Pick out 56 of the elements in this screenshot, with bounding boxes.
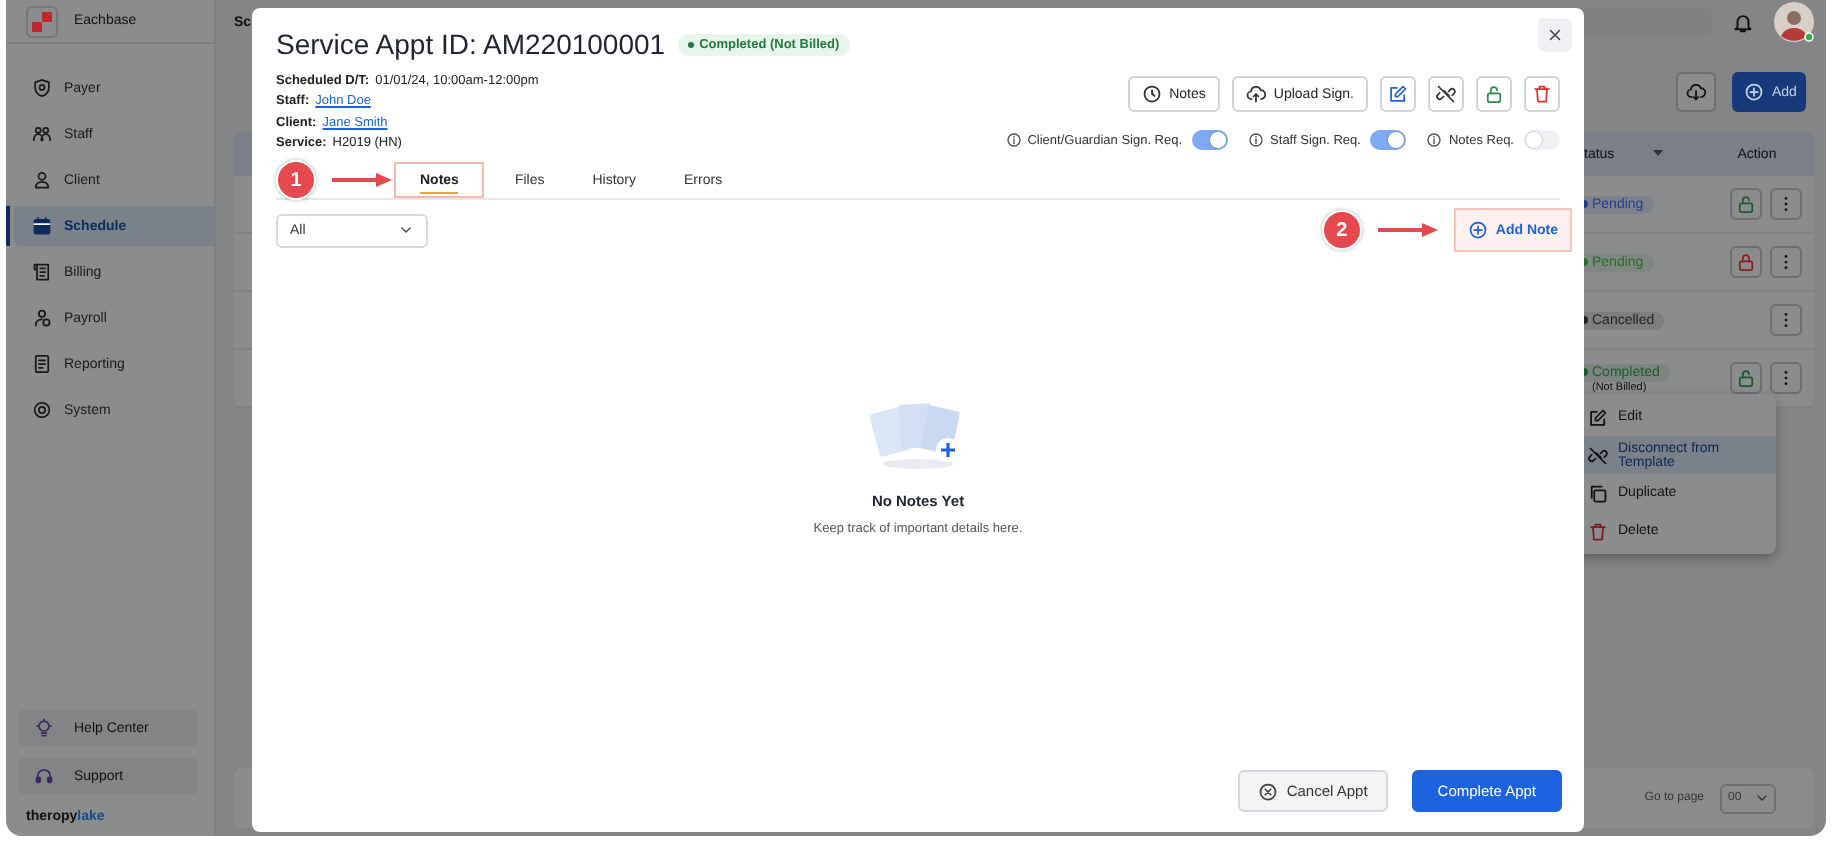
toolbar-button[interactable]	[1380, 76, 1416, 112]
modal-title: Service Appt ID: AM220100001	[276, 28, 666, 60]
edit-icon	[1388, 84, 1408, 104]
lock-icon	[1736, 252, 1756, 272]
avatar-icon[interactable]	[1774, 2, 1814, 42]
more-button[interactable]	[1770, 246, 1802, 278]
toggle-switch[interactable]	[1524, 130, 1560, 150]
toggle-switch[interactable]	[1192, 130, 1229, 150]
shield-icon	[32, 78, 52, 98]
unlock-icon	[1736, 368, 1756, 388]
trash-icon	[1588, 521, 1608, 541]
close-icon	[1546, 26, 1564, 44]
toggle-switch[interactable]	[1370, 130, 1407, 150]
info-icon	[1005, 132, 1022, 148]
info-icon	[1248, 132, 1265, 148]
toolbar-button[interactable]	[1428, 76, 1464, 112]
lock-button[interactable]	[1730, 246, 1762, 278]
clock-icon	[1141, 84, 1162, 104]
plus-icon	[1467, 220, 1488, 240]
status-dot	[687, 41, 694, 47]
more-button[interactable]	[1770, 188, 1802, 220]
copy-icon	[1588, 483, 1608, 503]
step-marker: 2	[1321, 210, 1362, 250]
close-button[interactable]	[1538, 18, 1572, 52]
unlink-icon	[1436, 84, 1456, 104]
trash-icon	[1532, 84, 1552, 104]
unlock-icon	[1736, 194, 1756, 214]
cloud-download-icon	[1686, 82, 1706, 102]
edit-icon	[1588, 407, 1608, 427]
lock-button[interactable]	[1730, 188, 1762, 220]
chevron-down-icon	[1753, 790, 1770, 806]
receipt-icon	[32, 262, 52, 282]
bell-icon	[1732, 11, 1754, 33]
more-button[interactable]	[1770, 304, 1802, 336]
person-coin-icon	[32, 308, 52, 328]
gear-icon	[32, 400, 52, 420]
document-icon	[32, 354, 52, 374]
cloud-upload-icon	[1245, 84, 1266, 104]
chevron-down-icon	[398, 222, 414, 238]
info-icon	[1426, 132, 1443, 148]
annotation-arrow	[332, 172, 392, 188]
lightbulb-icon	[34, 718, 54, 738]
brand-logo-icon	[26, 5, 58, 37]
plus-icon	[1744, 82, 1764, 102]
lock-button[interactable]	[1730, 362, 1762, 394]
person-icon	[32, 170, 52, 190]
annotation-arrow	[1377, 222, 1438, 238]
unlock-icon	[1484, 84, 1504, 104]
calendar-icon	[32, 216, 52, 236]
headset-icon	[34, 766, 54, 786]
step-marker: 1	[276, 160, 316, 200]
close-circle-icon	[1258, 781, 1279, 801]
download-button[interactable]	[1676, 72, 1716, 112]
unlink-icon	[1588, 445, 1608, 465]
people-icon	[32, 124, 52, 144]
more-button[interactable]	[1770, 362, 1802, 394]
